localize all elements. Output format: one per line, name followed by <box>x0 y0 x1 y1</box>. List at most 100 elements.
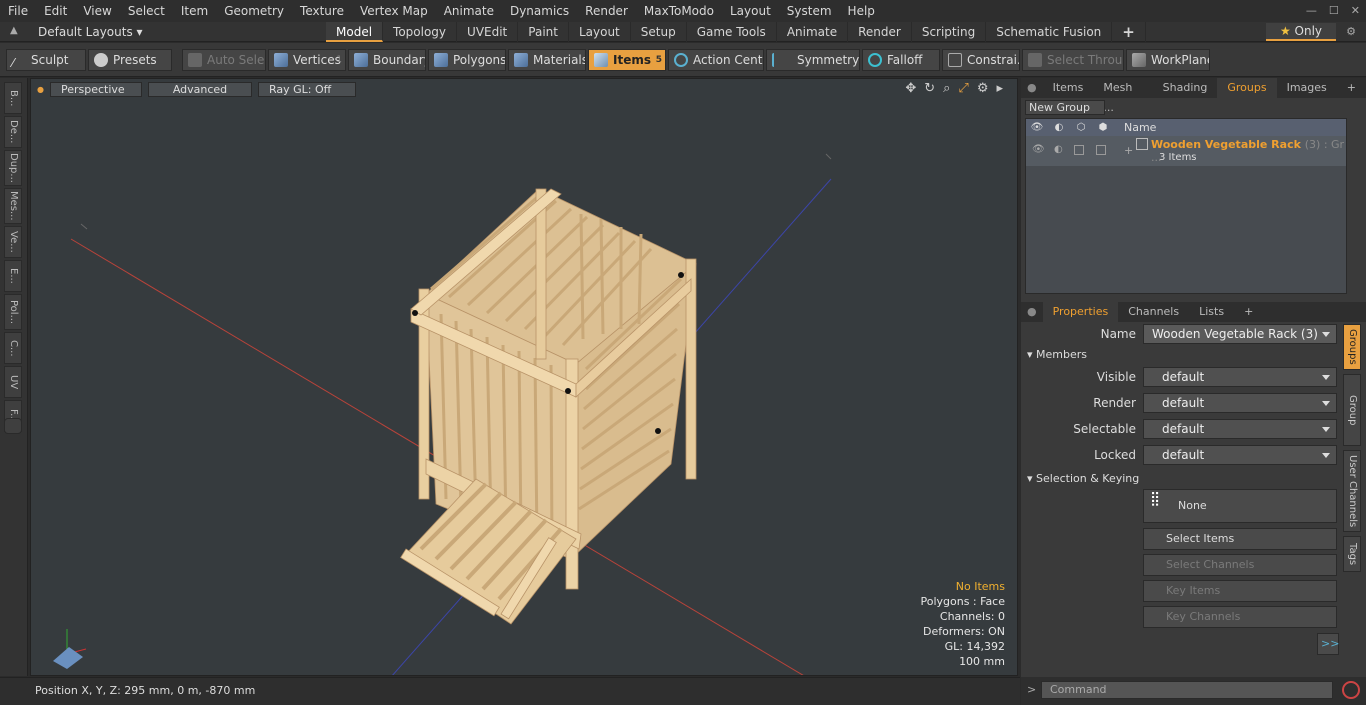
materials-button[interactable]: Materials <box>508 49 586 71</box>
members-section[interactable]: ▾ Members <box>1027 348 1337 361</box>
side-tab-tags[interactable]: Tags <box>1343 536 1361 572</box>
items-button[interactable]: Items 5 <box>588 49 666 71</box>
tab-groups[interactable]: Groups <box>1217 78 1277 98</box>
symmetry-button[interactable]: Symmetry <box>766 49 860 71</box>
left-tab-deform[interactable]: De... <box>4 116 22 148</box>
tab-mesh[interactable]: Mesh ... <box>1093 78 1152 114</box>
tab-items[interactable]: Items <box>1043 78 1094 98</box>
menu-geometry[interactable]: Geometry <box>216 0 292 22</box>
layout-expand-icon[interactable]: ▲ <box>10 25 18 36</box>
move-icon[interactable]: ✥ <box>905 81 916 96</box>
menu-texture[interactable]: Texture <box>292 0 352 22</box>
tab-model[interactable]: Model <box>326 22 384 42</box>
tab-setup[interactable]: Setup <box>631 22 687 42</box>
rotate-icon[interactable]: ↻ <box>924 81 935 96</box>
menu-view[interactable]: View <box>75 0 119 22</box>
tab-shading[interactable]: Shading <box>1153 78 1218 98</box>
vertices-button[interactable]: Vertices 1 <box>268 49 346 71</box>
presets-button[interactable]: Presets <box>88 49 172 71</box>
menu-maxtomodo[interactable]: MaxToModo <box>636 0 722 22</box>
add-properties-tab-icon[interactable]: + <box>1234 302 1263 322</box>
tab-channels[interactable]: Channels <box>1118 302 1189 322</box>
side-tab-groups[interactable]: Groups <box>1343 324 1361 370</box>
select-items-button[interactable]: Select Items <box>1143 528 1337 550</box>
tab-animate[interactable]: Animate <box>777 22 849 42</box>
workplane-button[interactable]: WorkPlane <box>1126 49 1210 71</box>
group-row[interactable]: 👁 ◐ + Wooden Vegetable Rack (3) : Gr ...… <box>1026 136 1346 166</box>
render-dropdown[interactable]: default <box>1143 393 1337 413</box>
visibility-toggle-icon[interactable]: 👁 <box>1032 144 1045 155</box>
menu-layout[interactable]: Layout <box>722 0 779 22</box>
left-tab-polygon[interactable]: Pol... <box>4 294 22 330</box>
tab-images[interactable]: Images <box>1277 78 1337 98</box>
tab-lists[interactable]: Lists <box>1189 302 1234 322</box>
left-tab-duplicate[interactable]: Dup... <box>4 150 22 186</box>
maximize-icon[interactable]: ☐ <box>1329 0 1339 22</box>
left-tab-edge[interactable]: E... <box>4 260 22 292</box>
render-toggle-icon[interactable]: ◐ <box>1054 144 1063 155</box>
menu-animate[interactable]: Animate <box>436 0 502 22</box>
boundary-button[interactable]: Boundary <box>348 49 426 71</box>
side-tab-group-display[interactable]: Group Display <box>1343 374 1361 446</box>
left-tab-basic[interactable]: B... <box>4 82 22 114</box>
key-channels-button[interactable]: Key Channels <box>1143 606 1337 628</box>
tab-topology[interactable]: Topology <box>383 22 458 42</box>
select-checkbox[interactable] <box>1074 145 1084 155</box>
left-tab-vertex[interactable]: Ve... <box>4 226 22 258</box>
tab-game-tools[interactable]: Game Tools <box>687 22 777 42</box>
select-through-button[interactable]: Select Through <box>1022 49 1124 71</box>
maximize-viewport-icon[interactable]: ⤢ <box>958 81 968 96</box>
tab-schematic-fusion[interactable]: Schematic Fusion <box>986 22 1113 42</box>
viewport-gear-icon[interactable]: ⚙ <box>977 81 989 96</box>
close-icon[interactable]: ✕ <box>1351 0 1360 22</box>
lock-checkbox[interactable] <box>1096 145 1106 155</box>
tab-scripting[interactable]: Scripting <box>912 22 987 42</box>
menu-dynamics[interactable]: Dynamics <box>502 0 577 22</box>
eye-icon[interactable]: 👁 <box>1026 122 1048 133</box>
locked-dropdown[interactable]: default <box>1143 445 1337 465</box>
menu-select[interactable]: Select <box>120 0 173 22</box>
polygons-button[interactable]: Polygons <box>428 49 506 71</box>
tab-layout[interactable]: Layout <box>569 22 631 42</box>
new-group-button[interactable]: New Group <box>1025 100 1105 115</box>
side-tab-user-channels[interactable]: User Channels <box>1343 450 1361 532</box>
left-tab-mesh[interactable]: Mes... <box>4 188 22 224</box>
gear-icon[interactable]: ⚙ <box>1346 25 1356 38</box>
ray-gl-button[interactable]: Ray GL: Off <box>257 81 356 97</box>
auto-select-button[interactable]: Auto Select <box>182 49 266 71</box>
tab-render[interactable]: Render <box>848 22 912 42</box>
properties-menu-dot[interactable]: ● <box>1021 302 1043 322</box>
add-tab-icon[interactable]: + <box>1337 78 1366 98</box>
sculpt-button[interactable]: ⁄ Sculpt <box>6 49 86 71</box>
left-tab-toggle[interactable] <box>4 418 22 434</box>
only-button[interactable]: ★ Only <box>1266 23 1336 41</box>
menu-system[interactable]: System <box>779 0 840 22</box>
lock-icon[interactable]: ⬢ <box>1092 122 1114 133</box>
tab-paint[interactable]: Paint <box>518 22 569 42</box>
selection-keying-section[interactable]: ▾ Selection & Keying <box>1027 472 1337 485</box>
select-icon[interactable]: ⬡ <box>1070 122 1092 133</box>
minimize-icon[interactable]: — <box>1306 0 1317 22</box>
more-button[interactable]: >> <box>1317 633 1339 655</box>
falloff-button[interactable]: Falloff <box>862 49 940 71</box>
menu-render[interactable]: Render <box>577 0 636 22</box>
expand-icon[interactable]: + <box>1124 144 1133 157</box>
none-button[interactable]: ⣿ None <box>1143 489 1337 523</box>
action-center-button[interactable]: Action Center <box>668 49 764 71</box>
menu-item[interactable]: Item <box>173 0 216 22</box>
panel-menu-dot[interactable]: ● <box>1021 78 1043 98</box>
visible-dropdown[interactable]: default <box>1143 367 1337 387</box>
menu-file[interactable]: File <box>0 0 36 22</box>
key-items-button[interactable]: Key Items <box>1143 580 1337 602</box>
3d-viewport[interactable]: ● Perspective Advanced Ray GL: Off ✥ ↻ ⌕… <box>30 78 1018 676</box>
menu-edit[interactable]: Edit <box>36 0 75 22</box>
record-icon[interactable] <box>1342 681 1360 699</box>
viewport-menu-dot[interactable]: ● <box>37 85 44 94</box>
layout-selector[interactable]: Default Layouts ▾ <box>38 22 143 42</box>
view-perspective-button[interactable]: Perspective <box>49 81 142 97</box>
constraints-button[interactable]: Constrai... <box>942 49 1020 71</box>
select-channels-button[interactable]: Select Channels <box>1143 554 1337 576</box>
menu-vertex-map[interactable]: Vertex Map <box>352 0 436 22</box>
zoom-icon[interactable]: ⌕ <box>943 81 950 96</box>
add-tab-icon[interactable]: + <box>1112 22 1146 42</box>
